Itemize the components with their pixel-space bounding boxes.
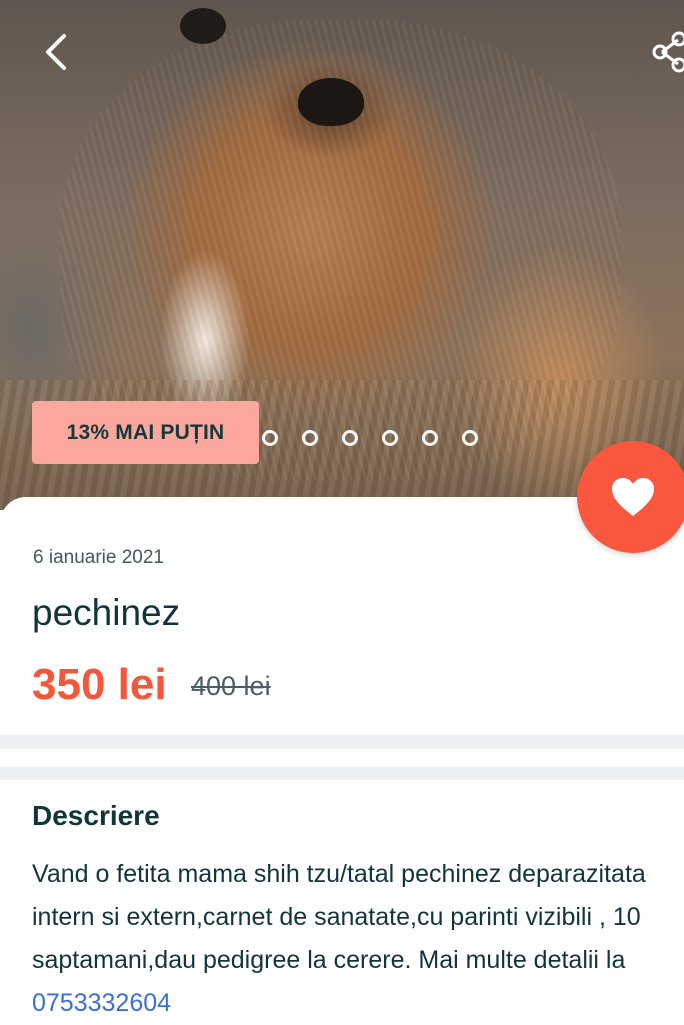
description-body-cont: cerere. Mai multe detalii la — [333, 946, 626, 974]
discount-badge: 13% MAI PUȚIN — [32, 401, 259, 464]
section-divider — [0, 767, 684, 780]
back-button[interactable] — [34, 30, 78, 74]
description-heading: Descriere — [32, 800, 160, 831]
gallery-pagination[interactable] — [262, 430, 478, 446]
heart-icon — [612, 478, 654, 516]
gallery-dot[interactable] — [422, 430, 438, 446]
share-button[interactable] — [646, 28, 684, 76]
description-text: Vand o fetita mama shih tzu/tatal pechin… — [32, 853, 652, 1025]
favorite-button[interactable] — [577, 441, 684, 553]
gallery-dot[interactable] — [382, 430, 398, 446]
gallery-dot[interactable] — [342, 430, 358, 446]
listing-old-price: 400 lei — [191, 671, 271, 701]
section-divider — [0, 735, 684, 749]
listing-price: 350 lei — [32, 660, 167, 709]
chevron-left-icon — [46, 34, 66, 70]
photo-dog-eye — [180, 8, 226, 44]
photo-dog-nose — [298, 78, 364, 126]
listing-title: pechinez — [32, 592, 181, 633]
share-icon — [652, 31, 684, 73]
listing-date: 6 ianuarie 2021 — [33, 547, 164, 568]
gallery-dot[interactable] — [462, 430, 478, 446]
gallery-dot[interactable] — [302, 430, 318, 446]
gallery-dot[interactable] — [262, 430, 278, 446]
phone-link[interactable]: 0753332604 — [32, 989, 171, 1017]
